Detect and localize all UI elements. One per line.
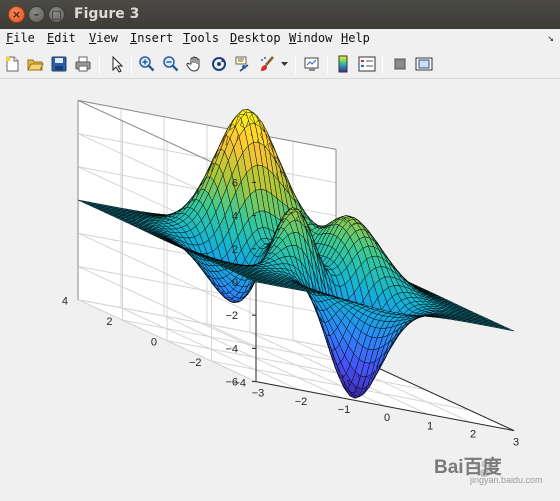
z-tick-label: 2 bbox=[232, 244, 238, 256]
zoom-out-button[interactable] bbox=[161, 54, 181, 74]
x-tick-label: 3 bbox=[513, 437, 519, 449]
minimize-icon: – bbox=[33, 8, 40, 21]
menu-edit[interactable]: Edit bbox=[47, 31, 76, 45]
close-window-button[interactable]: × bbox=[8, 6, 25, 23]
open-file-icon bbox=[27, 59, 44, 71]
brush-button[interactable] bbox=[257, 54, 277, 74]
print-button[interactable] bbox=[73, 54, 93, 74]
menu-desktop[interactable]: Desktop bbox=[230, 31, 281, 45]
y-tick-label: 2 bbox=[106, 316, 112, 328]
window-title: Figure 3 bbox=[74, 6, 140, 22]
insert-colorbar-icon bbox=[338, 55, 348, 73]
new-figure-button[interactable] bbox=[2, 54, 22, 74]
zoom-out-icon bbox=[163, 56, 179, 72]
pan-hand-icon bbox=[186, 56, 200, 72]
data-cursor-icon bbox=[235, 56, 249, 72]
rotate-3d-icon bbox=[212, 57, 226, 71]
save-button[interactable] bbox=[49, 54, 69, 74]
menu-help[interactable]: Help bbox=[341, 31, 370, 45]
x-tick-label: 2 bbox=[470, 428, 476, 440]
surface-plot[interactable]: 6420−2−4−6420−2−4−3−2−10123 bbox=[0, 80, 560, 501]
y-tick-label: −4 bbox=[233, 378, 246, 390]
rotate-3d-button[interactable] bbox=[209, 54, 229, 74]
dock-figure-icon[interactable]: ↘ bbox=[547, 31, 554, 44]
menu-bar: File Edit View Insert Tools Desktop Wind… bbox=[0, 29, 560, 49]
close-icon: × bbox=[11, 8, 22, 21]
hide-plot-tools-button[interactable] bbox=[390, 54, 410, 74]
y-tick-label: 0 bbox=[151, 337, 157, 349]
print-icon bbox=[75, 56, 91, 72]
figure-window: × – □ Figure 3 File Edit View Insert Too… bbox=[0, 0, 560, 501]
brush-icon bbox=[261, 56, 274, 71]
x-tick-label: −3 bbox=[252, 388, 265, 400]
edit-plot-arrow-icon bbox=[112, 55, 124, 73]
menu-window[interactable]: Window bbox=[289, 31, 332, 45]
save-icon bbox=[51, 56, 67, 72]
y-tick-label: −2 bbox=[189, 357, 202, 369]
edit-plot-button[interactable] bbox=[107, 54, 127, 74]
toolbar-separator bbox=[327, 56, 328, 74]
x-tick-label: −1 bbox=[338, 404, 351, 416]
brush-dropdown-icon bbox=[281, 62, 288, 66]
insert-legend-icon bbox=[358, 56, 376, 72]
z-tick-label: −4 bbox=[225, 343, 238, 355]
zoom-in-icon bbox=[139, 56, 155, 72]
show-plot-tools-button[interactable] bbox=[414, 54, 434, 74]
hide-plot-tools-icon bbox=[394, 58, 406, 70]
maximize-window-button[interactable]: □ bbox=[48, 6, 65, 23]
z-tick-label: 6 bbox=[232, 177, 238, 189]
pan-button[interactable] bbox=[185, 54, 205, 74]
zoom-in-button[interactable] bbox=[137, 54, 157, 74]
x-tick-label: 1 bbox=[427, 420, 433, 432]
figure-toolbar bbox=[0, 50, 560, 79]
minimize-window-button[interactable]: – bbox=[28, 6, 45, 23]
menu-tools[interactable]: Tools bbox=[183, 31, 219, 45]
plot-area[interactable]: 6 4 2 0 −2 −4 −6 4 2 0 −2 −4 −3 −2 −1 0 1 2 3 bbox=[0, 80, 560, 501]
menu-file[interactable]: File bbox=[6, 31, 35, 45]
toolbar-separator bbox=[382, 56, 383, 74]
watermark-url: jingyan.baidu.com bbox=[470, 475, 543, 485]
insert-colorbar-button[interactable] bbox=[333, 54, 353, 74]
title-bar[interactable]: × – □ Figure 3 bbox=[0, 0, 560, 29]
toolbar-separator bbox=[295, 56, 296, 74]
toolbar-separator bbox=[131, 56, 132, 74]
insert-legend-button[interactable] bbox=[357, 54, 377, 74]
link-plot-button[interactable] bbox=[302, 54, 322, 74]
menu-insert[interactable]: Insert bbox=[130, 31, 173, 45]
menu-view[interactable]: View bbox=[89, 31, 118, 45]
y-tick-label: 4 bbox=[62, 296, 68, 308]
data-cursor-button[interactable] bbox=[233, 54, 253, 74]
z-tick-label: 0 bbox=[232, 277, 238, 289]
link-plot-icon bbox=[304, 57, 319, 71]
z-tick-label: 4 bbox=[232, 211, 238, 223]
z-tick-label: −2 bbox=[225, 310, 238, 322]
x-tick-label: −2 bbox=[295, 396, 308, 408]
new-figure-icon bbox=[5, 56, 19, 72]
maximize-icon: □ bbox=[51, 8, 62, 21]
x-tick-label: 0 bbox=[384, 412, 390, 424]
show-plot-tools-icon bbox=[415, 57, 433, 71]
toolbar-separator bbox=[99, 56, 100, 74]
open-file-button[interactable] bbox=[25, 54, 45, 74]
brush-dropdown-button[interactable] bbox=[279, 54, 291, 74]
